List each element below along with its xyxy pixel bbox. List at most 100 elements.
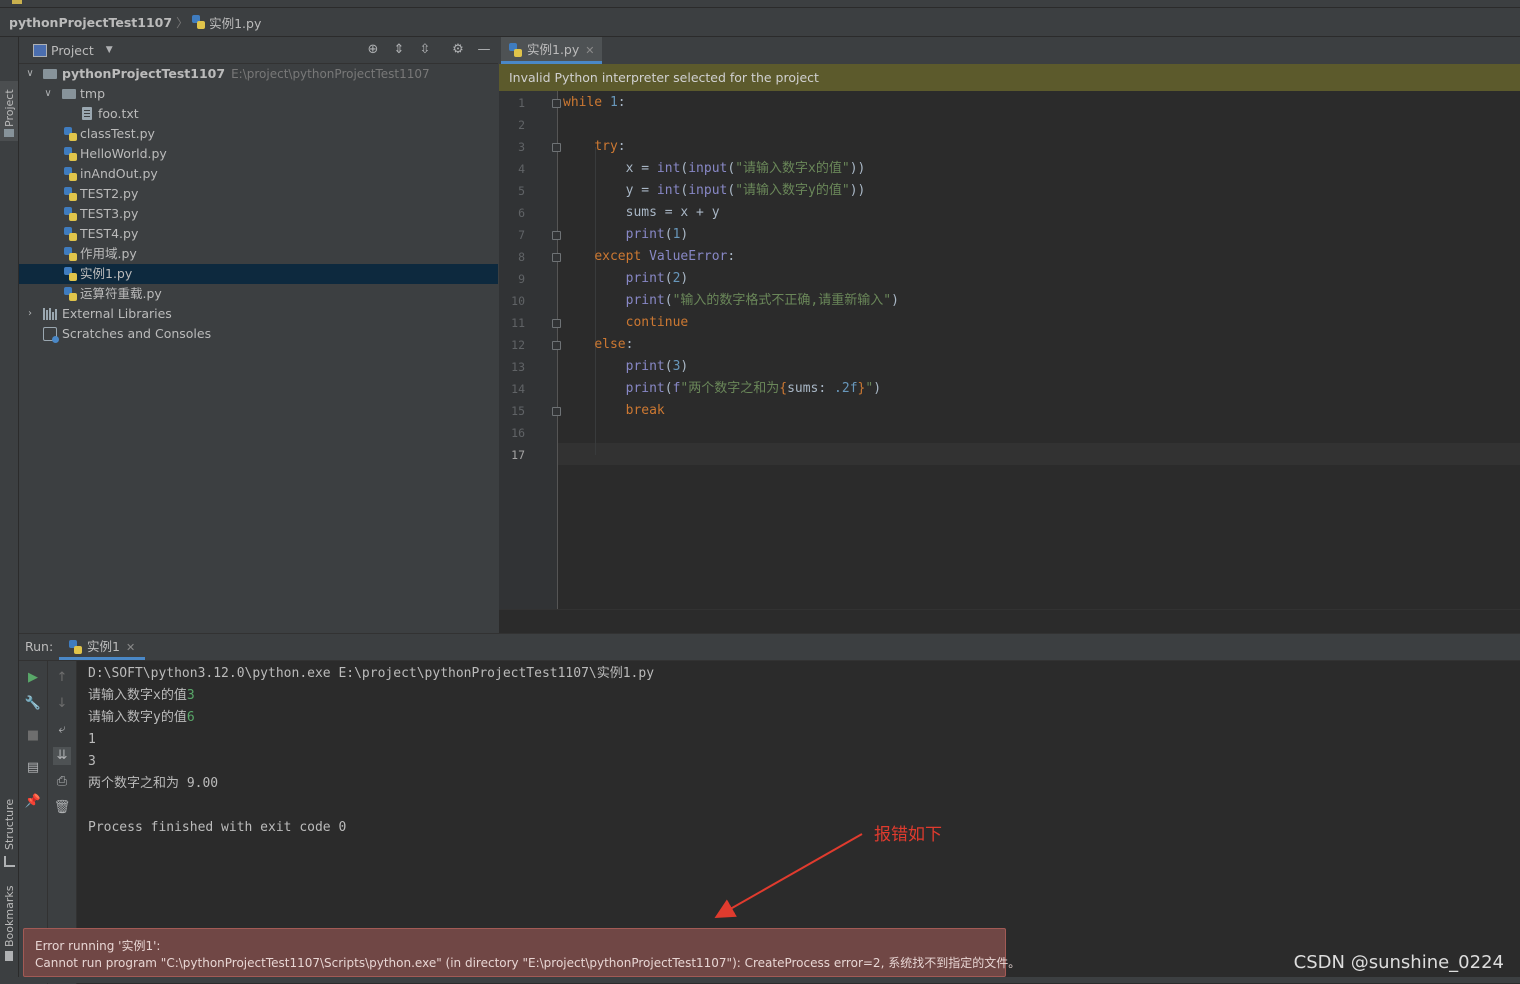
side-tab-project[interactable]: Project (0, 81, 18, 141)
interpreter-warning-banner[interactable]: Invalid Python interpreter selected for … (499, 64, 1520, 91)
layout-icon[interactable]: ▤ (24, 759, 42, 777)
collapse-all-icon[interactable]: ⇳ (417, 42, 433, 58)
code-line[interactable]: try: (563, 136, 625, 158)
code-line[interactable]: print(f"两个数字之和为{sums: .2f}") (563, 378, 881, 400)
tree-item-label: 运算符重载.py (80, 286, 162, 301)
code-line[interactable]: break (563, 400, 665, 422)
python-file-icon (192, 15, 207, 29)
tree-item-test2[interactable]: TEST2.py (19, 184, 498, 204)
editor-tab-label: 实例1.py (527, 42, 580, 57)
python-file-icon (64, 167, 77, 181)
close-icon[interactable]: ✕ (126, 641, 135, 654)
tree-item-example1[interactable]: 实例1.py (19, 264, 498, 284)
up-arrow-icon[interactable]: ↑ (53, 669, 71, 687)
tree-item-test3[interactable]: TEST3.py (19, 204, 498, 224)
code-editor: 实例1.py ✕ Invalid Python interpreter selec… (499, 37, 1520, 634)
side-tab-bookmarks[interactable]: Bookmarks (0, 885, 18, 975)
annotation-text: 报错如下 (874, 825, 942, 845)
tree-item-classtest[interactable]: classTest.py (19, 124, 498, 144)
fold-marker-icon[interactable] (552, 253, 561, 262)
fold-marker-icon[interactable] (552, 319, 561, 328)
code-line[interactable]: x = int(input("请输入数字x的值")) (563, 158, 866, 180)
breadcrumb-separator-icon: 〉 (176, 15, 189, 30)
python-file-icon (64, 287, 77, 301)
code-line[interactable]: print("输入的数字格式不正确,请重新输入") (563, 290, 899, 312)
code-line[interactable]: else: (563, 334, 633, 356)
line-number: 5 (518, 184, 525, 198)
code-line[interactable]: sums = x + y (563, 202, 720, 224)
fold-marker-icon[interactable] (552, 231, 561, 240)
error-notification[interactable]: Error running '实例1': Cannot run program … (23, 928, 1020, 977)
code-line[interactable]: continue (563, 312, 689, 334)
line-number: 16 (511, 426, 525, 440)
code-line[interactable]: print(3) (563, 356, 689, 378)
chevron-down-icon[interactable]: ▼ (106, 45, 113, 55)
tree-item-label: Scratches and Consoles (62, 326, 212, 341)
print-icon[interactable]: ⎙ (53, 773, 71, 791)
code-line[interactable]: except ValueError: (563, 246, 735, 268)
run-label: Run: (25, 639, 54, 654)
tree-item-label: classTest.py (80, 126, 155, 141)
tree-item-label: TEST3.py (80, 206, 139, 221)
locate-icon[interactable]: ⊕ (365, 42, 381, 58)
breadcrumb-file[interactable]: 实例1.py (209, 13, 261, 32)
wrench-icon[interactable]: 🔧 (24, 695, 42, 713)
error-message: Cannot run program "C:\pythonProjectTest… (35, 956, 1021, 970)
python-file-icon (509, 43, 522, 57)
code-line[interactable]: y = int(input("请输入数字y的值")) (563, 180, 866, 202)
breadcrumb-project[interactable]: pythonProjectTest1107 (9, 15, 172, 30)
tree-item-test4[interactable]: TEST4.py (19, 224, 498, 244)
expand-all-icon[interactable]: ⇕ (391, 42, 407, 58)
status-strip (0, 977, 1520, 983)
tree-root-project[interactable]: ∨ pythonProjectTest1107 E:\project\python… (19, 64, 498, 84)
line-number: 6 (518, 206, 525, 220)
side-tab-bookmarks-label: Bookmarks (3, 885, 16, 947)
trash-icon[interactable]: 🗑 (53, 799, 71, 817)
fold-marker-icon[interactable] (552, 99, 561, 108)
console-line: 3 (88, 754, 96, 769)
pin-icon[interactable]: 📌 (24, 793, 42, 811)
tree-item-label: inAndOut.py (80, 166, 158, 181)
tree-item-tmp[interactable]: ∨ tmp (19, 84, 498, 104)
code-line[interactable]: print(1) (563, 224, 689, 246)
close-icon[interactable]: ✕ (585, 44, 594, 57)
tree-root-name: pythonProjectTest1107 (62, 66, 226, 81)
scroll-to-end-icon[interactable]: ⇊ (53, 747, 71, 765)
soft-wrap-icon[interactable]: ⤶ (53, 721, 71, 739)
chevron-right-icon[interactable]: › (24, 304, 36, 324)
gear-icon[interactable]: ⚙ (450, 42, 466, 58)
chevron-down-icon[interactable]: ∨ (42, 84, 54, 104)
rerun-icon[interactable]: ▶ (24, 669, 42, 687)
project-panel: Project ▼ ⊕ ⇕ ⇳ ⚙ — ∨ pythonProjectTest1… (19, 37, 498, 633)
tree-item-external-libraries[interactable]: › External Libraries (19, 304, 498, 324)
editor-tab-example1[interactable]: 实例1.py ✕ (501, 37, 603, 64)
down-arrow-icon[interactable]: ↓ (53, 695, 71, 713)
tree-item-label: 实例1.py (80, 266, 133, 281)
editor-tab-bar: 实例1.py ✕ (499, 37, 1520, 65)
code-line[interactable]: while 1: (563, 92, 626, 114)
minimize-icon[interactable]: — (476, 42, 492, 58)
tree-item-scratches[interactable]: Scratches and Consoles (19, 324, 498, 344)
fold-marker-icon[interactable] (552, 341, 561, 350)
tree-item-label: TEST4.py (80, 226, 139, 241)
tree-item-operator-overload[interactable]: 运算符重载.py (19, 284, 498, 304)
line-number: 8 (518, 250, 525, 264)
python-file-icon (64, 127, 77, 141)
project-panel-title[interactable]: Project (51, 43, 94, 58)
tree-item-inandout[interactable]: inAndOut.py (19, 164, 498, 184)
tree-root-path: E:\project\pythonProjectTest1107 (231, 67, 430, 81)
tree-item-label: External Libraries (62, 306, 172, 321)
chevron-down-icon[interactable]: ∨ (24, 64, 36, 84)
run-tab-example1[interactable]: 实例1 ✕ (59, 634, 146, 660)
tree-item-foo-txt[interactable]: foo.txt (19, 104, 498, 124)
stop-icon[interactable]: ■ (24, 727, 42, 745)
console-user-input: 3 (186, 688, 195, 703)
fold-marker-icon[interactable] (552, 143, 561, 152)
fold-marker-icon[interactable] (552, 407, 561, 416)
library-icon (43, 308, 57, 320)
code-line[interactable]: print(2) (563, 268, 689, 290)
folder-icon (43, 69, 57, 79)
side-tab-structure[interactable]: Structure (0, 792, 18, 872)
tree-item-helloworld[interactable]: HelloWorld.py (19, 144, 498, 164)
tree-item-scope[interactable]: 作用域.py (19, 244, 498, 264)
